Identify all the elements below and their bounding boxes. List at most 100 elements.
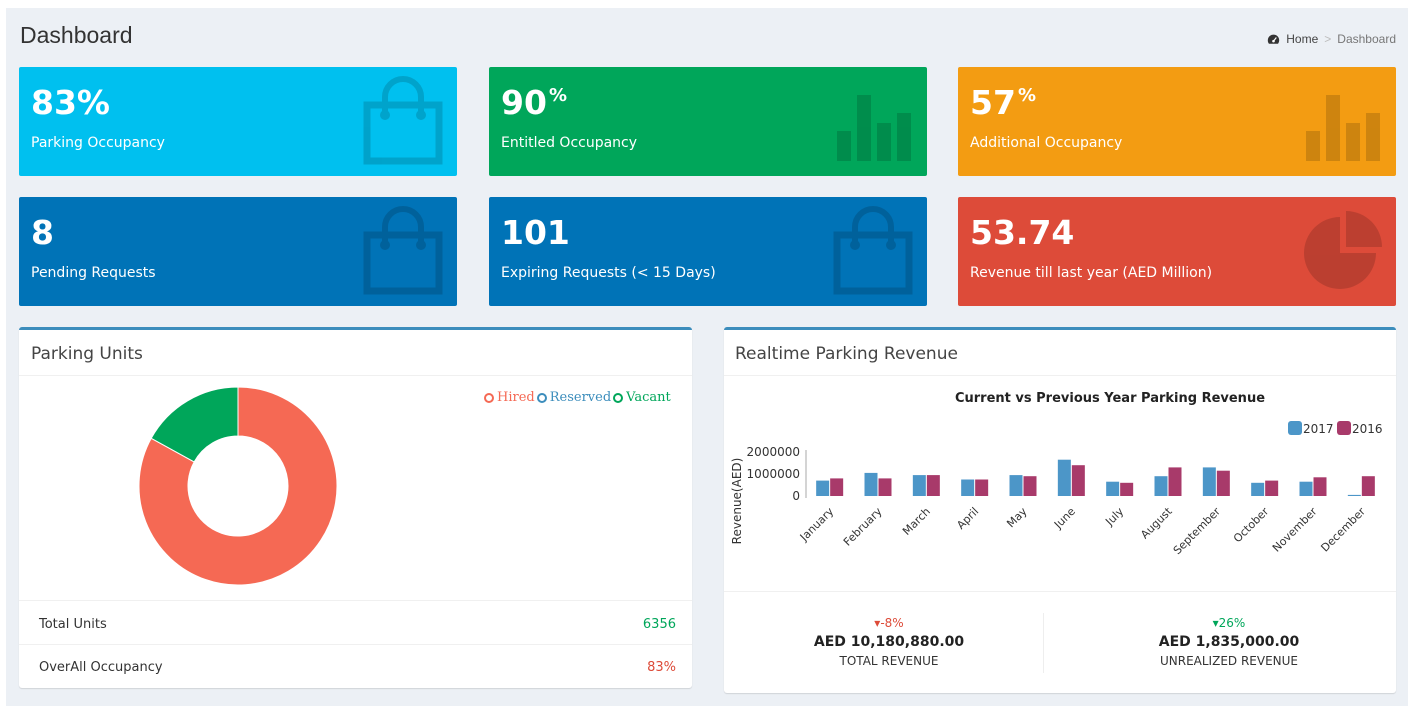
bar-2017-may[interactable] xyxy=(1009,475,1023,496)
bar-2017-september[interactable] xyxy=(1202,467,1216,496)
divider xyxy=(1043,613,1044,673)
legend-item-reserved[interactable]: Reserved xyxy=(535,390,611,405)
tile-label: Expiring Requests (< 15 Days) xyxy=(501,265,716,281)
x-tick-label: October xyxy=(1231,505,1272,546)
tile-label: Revenue till last year (AED Million) xyxy=(970,265,1213,281)
y-tick-label: 0 xyxy=(792,489,800,503)
y-tick-label: 1000000 xyxy=(747,467,800,481)
bar-2016-may[interactable] xyxy=(1023,476,1037,496)
tile-expiring-requests[interactable]: 101 Expiring Requests (< 15 Days) xyxy=(489,197,927,306)
realtime-revenue-panel: Realtime Parking Revenue Current vs Prev… xyxy=(724,327,1396,693)
bar-2017-august[interactable] xyxy=(1154,476,1168,496)
divider xyxy=(19,600,692,601)
parking-units-panel: Parking Units Hired Reserved Vacant Tota… xyxy=(19,327,692,688)
divider xyxy=(19,644,692,645)
bar-2016-august[interactable] xyxy=(1168,467,1182,496)
bar-2016-march[interactable] xyxy=(926,475,940,496)
x-tick-label: June xyxy=(1051,505,1078,532)
tile-parking-occupancy[interactable]: 83% Parking Occupancy xyxy=(19,67,457,176)
bar-2017-january[interactable] xyxy=(816,480,830,496)
tile-value: 57% xyxy=(970,83,1036,122)
total-revenue-amount: AED 10,180,880.00 xyxy=(813,634,965,650)
occupancy-label: OverAll Occupancy xyxy=(39,660,163,675)
total-units-row: Total Units 6356 xyxy=(39,617,676,632)
tile-label: Pending Requests xyxy=(31,265,156,281)
legend-item-2017[interactable]: 2017 xyxy=(1288,421,1334,436)
chart-legend: Hired Reserved Vacant xyxy=(484,390,671,405)
bar-2017-february[interactable] xyxy=(864,472,878,496)
revenue-bar-chart: Current vs Previous Year Parking Revenue… xyxy=(730,391,1383,558)
occupancy-value: 83% xyxy=(647,660,676,675)
divider xyxy=(724,375,1396,376)
total-units-value: 6356 xyxy=(642,617,676,632)
shopping-bag-icon xyxy=(829,205,917,297)
legend-item-vacant[interactable]: Vacant xyxy=(611,390,671,405)
bar-chart-icon xyxy=(1298,75,1386,167)
occupancy-row: OverAll Occupancy 83% xyxy=(39,660,676,675)
divider xyxy=(724,591,1396,592)
tile-pending-requests[interactable]: 8 Pending Requests xyxy=(19,197,457,306)
shopping-bag-icon xyxy=(359,205,447,297)
svg-text:2016: 2016 xyxy=(1352,422,1383,436)
bar-2017-april[interactable] xyxy=(961,479,975,497)
tile-label: Entitled Occupancy xyxy=(501,135,638,151)
bar-2017-november[interactable] xyxy=(1299,481,1313,496)
total-revenue-caption: TOTAL REVENUE xyxy=(839,654,939,668)
bar-2017-march[interactable] xyxy=(912,475,926,496)
bar-2016-june[interactable] xyxy=(1071,465,1085,496)
bar-2016-february[interactable] xyxy=(878,478,892,496)
total-revenue-summary: ▾-8% AED 10,180,880.00 TOTAL REVENUE xyxy=(764,616,1014,668)
x-tick-label: July xyxy=(1102,505,1126,529)
panel-title: Parking Units xyxy=(31,344,143,364)
legend-item-2016[interactable]: 2016 xyxy=(1337,421,1383,436)
breadcrumb-home-link[interactable]: Home xyxy=(1286,32,1318,46)
x-tick-label: November xyxy=(1270,505,1320,555)
unrealized-revenue-summary: ▾26% AED 1,835,000.00 UNREALIZED REVENUE xyxy=(1104,616,1354,668)
total-revenue-change: ▾-8% xyxy=(874,616,904,630)
y-axis-label: Revenue(AED) xyxy=(730,458,744,545)
bar-chart-icon xyxy=(829,75,917,167)
x-tick-label: May xyxy=(1004,505,1030,531)
tile-value: 83% xyxy=(31,83,110,122)
tile-additional-occupancy[interactable]: 57% Additional Occupancy xyxy=(958,67,1396,176)
page-title: Dashboard xyxy=(20,22,133,48)
parking-units-donut-chart xyxy=(138,386,338,586)
dashboard-icon xyxy=(1268,34,1280,44)
x-tick-label: March xyxy=(900,505,933,538)
x-tick-label: January xyxy=(797,505,837,545)
x-tick-label: September xyxy=(1171,505,1224,558)
svg-text:2017: 2017 xyxy=(1303,422,1334,436)
bar-2017-july[interactable] xyxy=(1106,481,1120,496)
chart-title: Current vs Previous Year Parking Revenue xyxy=(955,391,1265,406)
bar-2016-january[interactable] xyxy=(830,478,844,496)
unrealized-revenue-caption: UNREALIZED REVENUE xyxy=(1159,654,1299,668)
tile-entitled-occupancy[interactable]: 90% Entitled Occupancy xyxy=(489,67,927,176)
bar-2016-july[interactable] xyxy=(1120,482,1134,496)
tile-value: 101 xyxy=(501,213,570,252)
unrealized-revenue-change: ▾26% xyxy=(1212,616,1246,630)
legend-item-hired[interactable]: Hired xyxy=(484,390,535,405)
panel-title: Realtime Parking Revenue xyxy=(735,344,958,364)
shopping-bag-icon xyxy=(359,75,447,167)
bar-2016-september[interactable] xyxy=(1216,470,1230,496)
bar-2016-november[interactable] xyxy=(1313,477,1327,496)
total-units-label: Total Units xyxy=(39,617,107,632)
x-tick-label: December xyxy=(1318,505,1368,555)
x-tick-label: August xyxy=(1138,504,1175,541)
breadcrumb: Home > Dashboard xyxy=(1267,32,1396,46)
tile-label: Additional Occupancy xyxy=(970,135,1123,151)
tile-value: 53.74 xyxy=(970,213,1075,252)
y-tick-label: 2000000 xyxy=(747,445,800,459)
x-tick-label: February xyxy=(841,505,885,549)
bar-2017-june[interactable] xyxy=(1057,459,1071,496)
bar-2016-april[interactable] xyxy=(975,479,989,497)
tile-revenue-last-year[interactable]: 53.74 Revenue till last year (AED Millio… xyxy=(958,197,1396,306)
unrealized-revenue-amount: AED 1,835,000.00 xyxy=(1158,634,1300,650)
bar-2016-december[interactable] xyxy=(1361,476,1375,496)
bar-2016-october[interactable] xyxy=(1265,480,1279,496)
divider xyxy=(19,375,692,376)
x-tick-label: April xyxy=(954,505,981,532)
tile-value: 90% xyxy=(501,83,567,122)
bar-2017-december[interactable] xyxy=(1347,494,1361,496)
bar-2017-october[interactable] xyxy=(1251,482,1265,496)
